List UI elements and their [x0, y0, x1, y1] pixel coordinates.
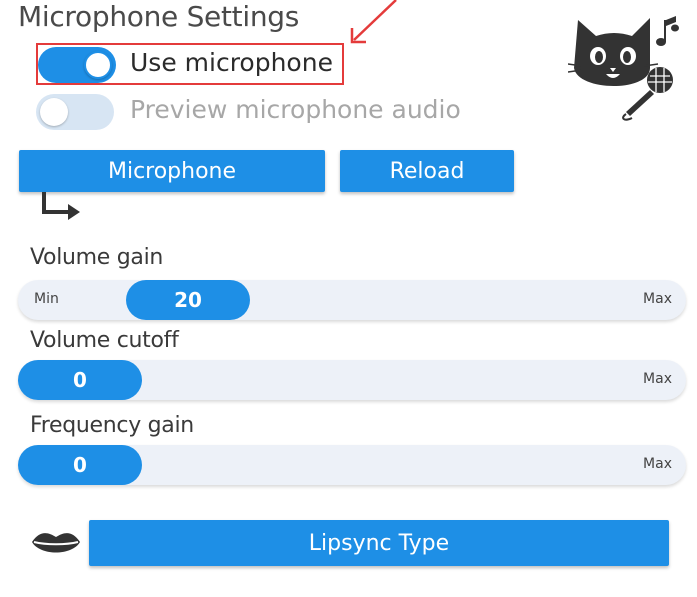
page-title: Microphone Settings	[18, 0, 300, 33]
toggle-knob	[84, 51, 112, 79]
corner-arrow-icon	[42, 192, 80, 220]
frequency-gain-thumb[interactable]: 0	[18, 445, 142, 485]
slider-max-label: Max	[643, 371, 672, 387]
microphone-button[interactable]: Microphone	[19, 150, 325, 192]
slider-max-label: Max	[643, 291, 672, 307]
volume-gain-slider[interactable]: Min 20 Max	[18, 280, 686, 320]
toggle-knob	[40, 98, 68, 126]
reload-button[interactable]: Reload	[340, 150, 514, 192]
lipsync-type-button[interactable]: Lipsync Type	[89, 520, 669, 566]
frequency-gain-slider[interactable]: 0 Max	[18, 445, 686, 485]
preview-microphone-audio-label: Preview microphone audio	[130, 95, 461, 124]
red-annotation-arrow	[350, 0, 397, 44]
use-microphone-toggle[interactable]	[38, 47, 116, 83]
volume-cutoff-thumb[interactable]: 0	[18, 360, 142, 400]
cat-microphone-icon	[568, 16, 679, 121]
volume-cutoff-slider[interactable]: 0 Max	[18, 360, 686, 400]
volume-gain-thumb[interactable]: 20	[126, 280, 250, 320]
slider-max-label: Max	[643, 456, 672, 472]
use-microphone-label: Use microphone	[130, 48, 333, 77]
volume-cutoff-label: Volume cutoff	[30, 328, 179, 353]
slider-min-label: Min	[34, 291, 59, 307]
volume-gain-label: Volume gain	[30, 245, 164, 270]
microphone-settings-panel: Microphone Settings Use microphone Previ…	[0, 0, 697, 597]
preview-microphone-audio-toggle[interactable]	[36, 94, 114, 130]
frequency-gain-label: Frequency gain	[30, 413, 194, 438]
lips-icon	[32, 533, 80, 553]
